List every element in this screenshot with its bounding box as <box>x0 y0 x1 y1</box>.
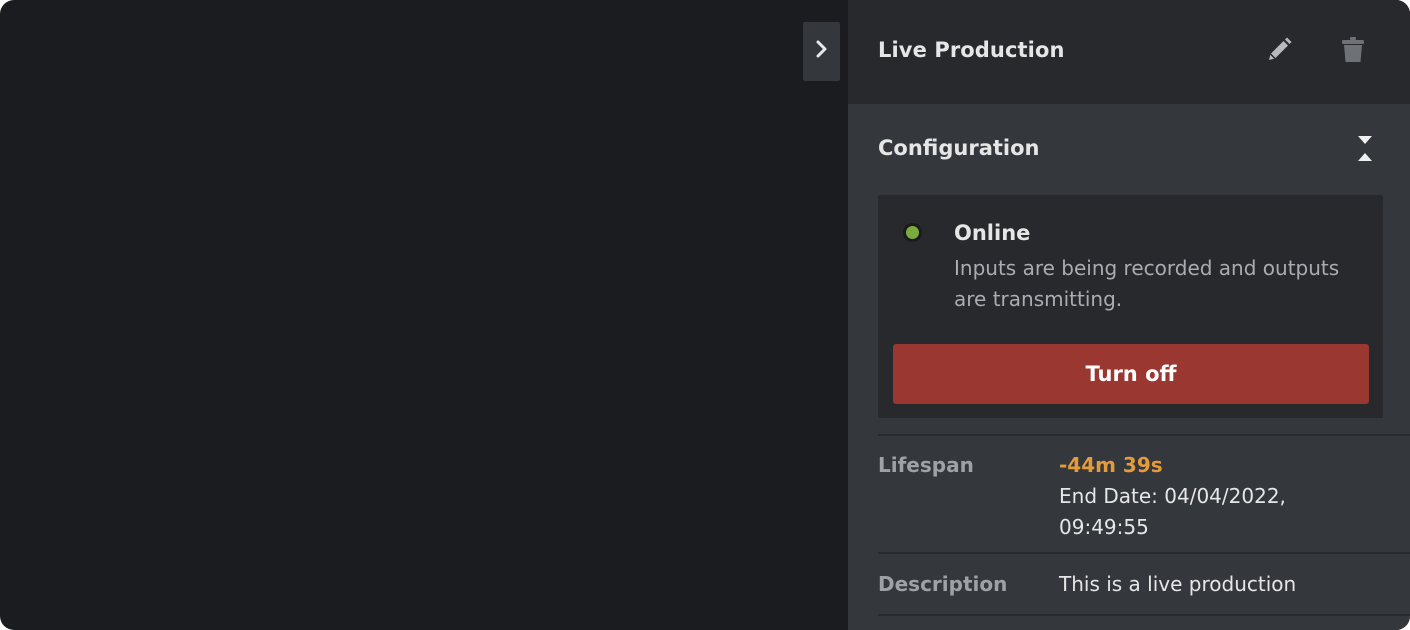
pencil-icon <box>1265 36 1293 68</box>
panel-header: Live Production <box>848 0 1410 104</box>
divider <box>878 552 1410 554</box>
status-indicator <box>906 226 919 239</box>
panel-title: Live Production <box>878 38 1065 62</box>
divider <box>878 614 1410 616</box>
lifespan-end-date: End Date: 04/04/2022, 09:49:55 <box>1059 484 1286 539</box>
collapse-button[interactable] <box>1348 133 1382 167</box>
delete-button[interactable] <box>1336 35 1370 69</box>
description-value: This is a live production <box>1059 572 1297 596</box>
details-panel: Live Production Configuration Online Inp… <box>848 0 1410 630</box>
status-card: Online Inputs are being recorded and out… <box>878 195 1383 418</box>
divider <box>878 434 1410 436</box>
turn-off-button[interactable]: Turn off <box>893 344 1369 404</box>
trash-icon <box>1340 36 1366 68</box>
app-window: Live Production Configuration Online Inp… <box>0 0 1410 630</box>
chevron-right-icon <box>815 39 829 65</box>
description-label: Description <box>878 572 1008 596</box>
lifespan-label: Lifespan <box>878 453 974 477</box>
status-description: Inputs are being recorded and outputs ar… <box>954 256 1340 311</box>
lifespan-remaining: -44m 39s <box>1059 453 1163 477</box>
panel-toggle-button[interactable] <box>803 22 840 81</box>
collapse-icon <box>1356 133 1374 167</box>
section-title: Configuration <box>878 136 1040 160</box>
edit-button[interactable] <box>1262 35 1296 69</box>
status-title: Online <box>954 221 1031 245</box>
